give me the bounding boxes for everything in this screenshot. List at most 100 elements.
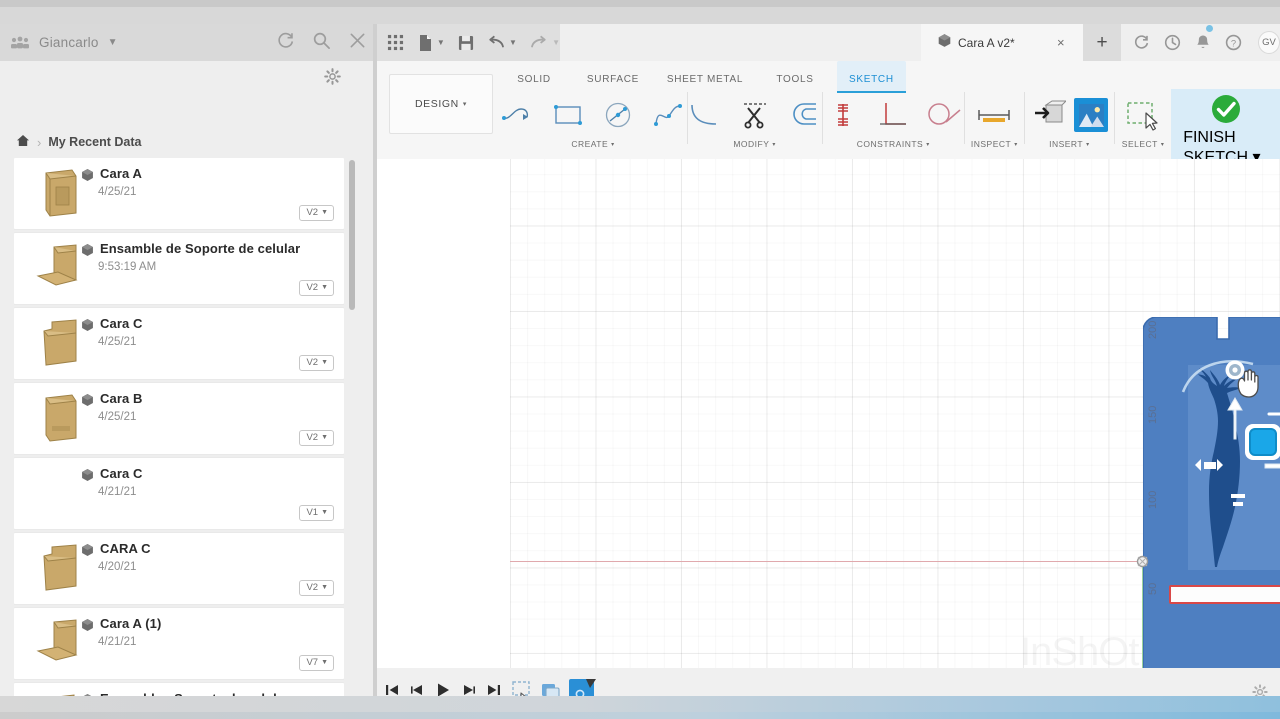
- redo-caret-icon[interactable]: ▼: [552, 38, 560, 47]
- ribbon-group-label-insert[interactable]: INSERT ▾: [1049, 139, 1090, 149]
- svg-text:?: ?: [1231, 38, 1236, 49]
- tab-solid[interactable]: SOLID: [499, 61, 569, 91]
- ribbon-tab-bar: SOLID SURFACE SHEET METAL TOOLS SKETCH: [499, 61, 906, 93]
- horizontal-vertical-constraint-icon[interactable]: [824, 95, 862, 135]
- workspace-switcher-button[interactable]: DESIGN ▾: [389, 74, 493, 134]
- display-settings-icon[interactable]: [510, 680, 536, 696]
- undo-caret-icon[interactable]: ▼: [509, 38, 517, 47]
- file-version-badge[interactable]: V2 ▼: [299, 430, 334, 446]
- browser-panel[interactable]: [377, 159, 510, 668]
- chevron-down-icon: ▼: [321, 509, 328, 516]
- ribbon-group-label-select[interactable]: SELECT ▾: [1122, 139, 1165, 149]
- close-icon[interactable]: [348, 31, 367, 55]
- file-version-badge[interactable]: V2 ▼: [299, 280, 334, 296]
- file-version-badge[interactable]: V2 ▼: [299, 205, 334, 221]
- undo-icon[interactable]: [487, 35, 505, 50]
- sketch-rectangle-icon[interactable]: [549, 95, 587, 135]
- viewports-icon[interactable]: [568, 676, 598, 696]
- home-icon[interactable]: [16, 134, 30, 150]
- file-list-item[interactable]: Cara B 4/25/21 V2 ▼: [14, 383, 344, 454]
- design-canvas[interactable]: 50 100 150 200 250 50 100 150 200: [377, 159, 1280, 668]
- refresh-icon[interactable]: [1133, 34, 1150, 51]
- play-icon[interactable]: [435, 682, 451, 696]
- y-axis-tick-200: 200: [1147, 320, 1159, 339]
- search-icon[interactable]: [312, 31, 331, 55]
- sketch-circle-icon[interactable]: [599, 95, 637, 135]
- file-list-item[interactable]: Ensamble de Soporte de celular 9:53:19 AM…: [14, 233, 344, 304]
- new-document-icon[interactable]: [418, 34, 433, 52]
- sketch-arc-icon[interactable]: [499, 95, 537, 135]
- data-panel-scrollbar[interactable]: [349, 160, 355, 713]
- last-frame-icon[interactable]: [487, 683, 501, 696]
- file-date: 9:53:19 AM: [98, 261, 157, 273]
- bell-icon[interactable]: [1195, 25, 1213, 51]
- save-icon[interactable]: [458, 35, 474, 51]
- ribbon-group-label-inspect[interactable]: INSPECT ▾: [971, 139, 1018, 149]
- workspace-caret-icon: ▾: [462, 101, 467, 108]
- file-list-item[interactable]: CARA C 4/20/21 V2 ▼: [14, 533, 344, 604]
- slot-rectangle[interactable]: [1169, 585, 1280, 604]
- file-version-badge[interactable]: V7 ▼: [299, 655, 334, 671]
- canvas-manipulator[interactable]: [1177, 344, 1280, 506]
- selection-window-icon[interactable]: [1124, 95, 1162, 135]
- group-caret-icon: ▾: [772, 141, 776, 148]
- scrollbar-thumb[interactable]: [349, 160, 355, 310]
- scale-left-handle-icon: [1195, 459, 1223, 471]
- document-tab-title: Cara A v2*: [958, 35, 1015, 50]
- sketch-origin-point[interactable]: [1136, 555, 1149, 568]
- file-list-item[interactable]: Cara A 4/25/21 V2 ▼: [14, 158, 344, 229]
- finish-sketch-check-icon[interactable]: [1207, 89, 1245, 129]
- insert-derive-icon[interactable]: [1030, 95, 1068, 135]
- tab-sheet-metal[interactable]: SHEET METAL: [657, 61, 753, 91]
- help-icon[interactable]: ?: [1225, 34, 1242, 51]
- perpendicular-constraint-icon[interactable]: [874, 95, 912, 135]
- tangent-constraint-icon[interactable]: [924, 95, 962, 135]
- timeline-nav-controls: [385, 682, 501, 696]
- y-axis-tick-150: 150: [1147, 405, 1159, 424]
- ribbon-group-finish-sketch[interactable]: FINISH SKETCH ▾: [1171, 89, 1280, 166]
- document-cube-icon: [80, 318, 95, 332]
- chevron-down-icon[interactable]: ▼: [108, 37, 118, 48]
- offset-icon[interactable]: [786, 95, 824, 135]
- sketch-spline-icon[interactable]: [649, 95, 687, 135]
- step-forward-icon[interactable]: [462, 683, 476, 696]
- document-tab-close-icon[interactable]: ×: [1057, 35, 1065, 50]
- file-version-badge[interactable]: V2 ▼: [299, 355, 334, 371]
- settings-gear-icon[interactable]: [1252, 684, 1268, 696]
- sketch-fillet-icon[interactable]: [686, 95, 724, 135]
- history-clock-icon[interactable]: [1164, 34, 1181, 51]
- file-date: 4/20/21: [98, 561, 137, 573]
- data-panel-settings-gear-icon[interactable]: [324, 68, 341, 90]
- file-list-item[interactable]: Cara A (1) 4/21/21 V7 ▼: [14, 608, 344, 679]
- grid-snap-icon[interactable]: [539, 680, 565, 696]
- redo-icon[interactable]: [530, 35, 548, 50]
- timeline-bottom-bar: [377, 668, 1280, 696]
- file-version-badge[interactable]: V2 ▼: [299, 580, 334, 596]
- tab-tools[interactable]: TOOLS: [753, 61, 837, 91]
- document-cube-icon: [80, 393, 95, 407]
- measure-icon[interactable]: [975, 95, 1013, 135]
- app-grid-icon[interactable]: [387, 34, 404, 51]
- ribbon-group-label-constraints[interactable]: CONSTRAINTS ▾: [857, 139, 930, 149]
- step-back-icon[interactable]: [410, 683, 424, 696]
- canvas-image-icon[interactable]: [1074, 98, 1109, 132]
- bell-badge: [1206, 25, 1213, 32]
- ribbon-group-label-create[interactable]: CREATE ▾: [571, 139, 614, 149]
- move-up-arrow-icon: [1227, 397, 1243, 440]
- file-version-badge[interactable]: V1 ▼: [299, 505, 334, 521]
- file-list[interactable]: Cara A 4/25/21 V2 ▼ Ensamble de Soporte de c…: [14, 158, 344, 713]
- new-document-caret-icon[interactable]: ▼: [437, 38, 445, 47]
- tab-surface[interactable]: SURFACE: [569, 61, 657, 91]
- canvas-center-handle-icon: [1245, 424, 1280, 460]
- refresh-icon[interactable]: [276, 31, 295, 55]
- ribbon-group-label-modify[interactable]: MODIFY ▾: [733, 139, 776, 149]
- group-caret-icon: ▾: [926, 141, 930, 148]
- first-frame-icon[interactable]: [385, 683, 399, 696]
- avatar[interactable]: GV: [1258, 31, 1280, 54]
- document-cube-icon: [80, 618, 95, 632]
- file-list-item[interactable]: Cara C 4/25/21 V2 ▼: [14, 308, 344, 379]
- new-tab-plus-icon[interactable]: +: [1083, 24, 1121, 61]
- trim-scissors-icon[interactable]: [736, 95, 774, 135]
- breadcrumb-current[interactable]: My Recent Data: [48, 135, 141, 149]
- file-list-item[interactable]: Cara C 4/21/21 V1 ▼: [14, 458, 344, 529]
